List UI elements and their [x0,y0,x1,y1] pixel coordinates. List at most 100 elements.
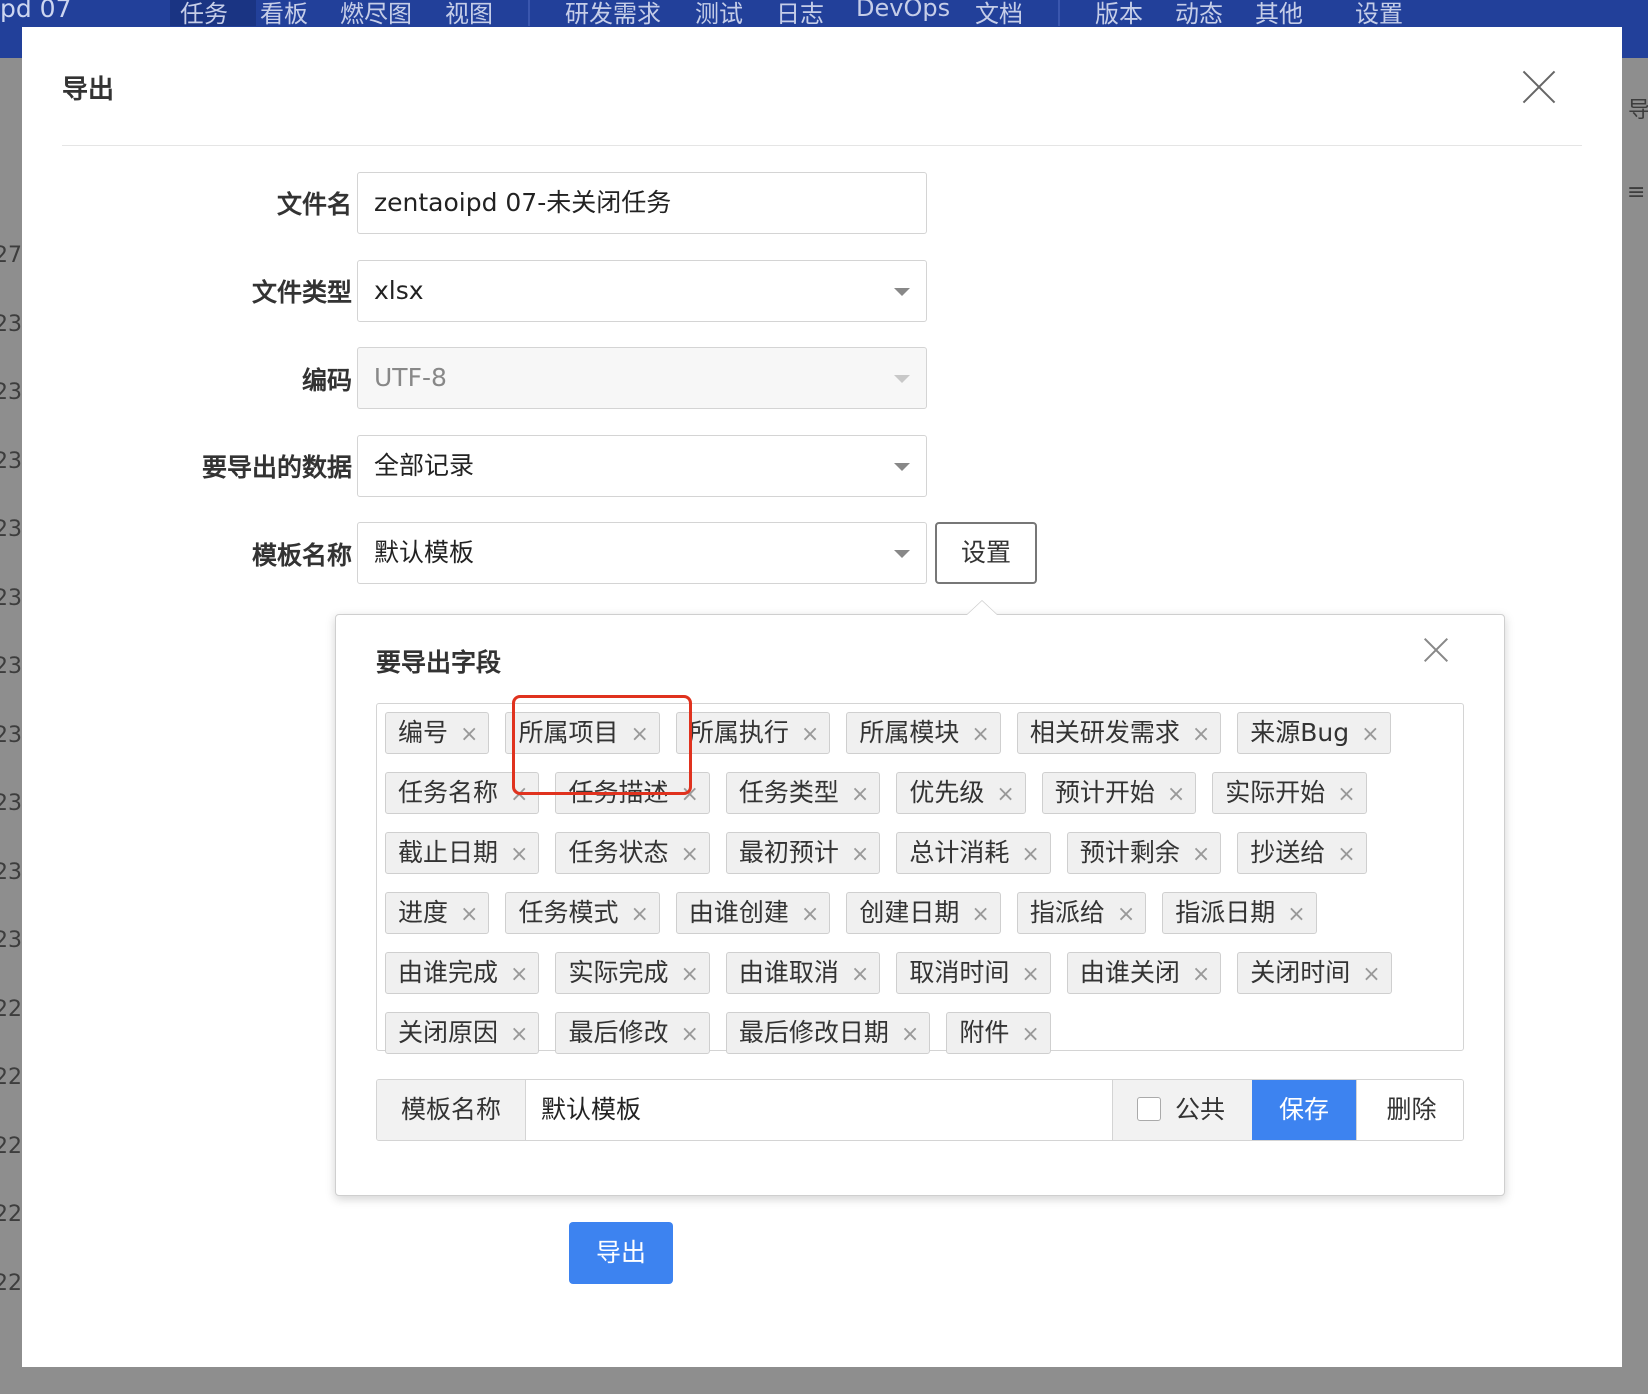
template-name-input[interactable]: 默认模板 [525,1080,1126,1140]
nav-item-tasks[interactable]: 任务 [180,0,228,29]
encoding-select: UTF-8 [357,347,927,409]
remove-field-icon[interactable]: × [801,715,819,755]
remove-field-icon[interactable]: × [680,955,698,995]
field-tag-label: 取消时间 [909,958,1010,987]
public-checkbox[interactable] [1137,1097,1161,1121]
remove-field-icon[interactable]: × [1021,835,1039,875]
remove-field-icon[interactable]: × [680,835,698,875]
remove-field-icon[interactable]: × [1021,1015,1039,1055]
dialog-divider [62,145,1582,146]
remove-field-icon[interactable]: × [510,955,528,995]
close-icon[interactable] [1421,635,1451,665]
field-tag: 指派日期 × [1162,892,1317,935]
field-tag-label: 关闭时间 [1250,958,1351,987]
chevron-down-icon [894,550,910,558]
template-settings-button[interactable]: 设置 [935,522,1037,584]
field-tag: 优先级 × [896,772,1026,815]
delete-template-button[interactable]: 删除 [1356,1080,1463,1140]
field-tag-label: 优先级 [909,778,985,807]
nav-item-log[interactable]: 日志 [776,0,824,29]
remove-field-icon[interactable]: × [1192,835,1210,875]
row-number: 27 [0,243,22,268]
file-type-select[interactable]: xlsx [357,260,927,322]
export-fields-popover: 要导出字段 编号 × 所属项目 × 所属执行 × 所属模块 × 相关研发需求 × 来源Bug × 任务名… [335,600,1505,1196]
field-tag: 创建日期 × [846,892,1001,935]
template-select[interactable]: 默认模板 [357,522,927,584]
field-tag: 最后修改日期 × [725,1012,931,1055]
field-tag-label: 实际开始 [1225,778,1326,807]
save-template-button[interactable]: 保存 [1252,1080,1356,1140]
remove-field-icon[interactable]: × [460,895,478,935]
nav-item-docs[interactable]: 文档 [975,0,1023,29]
remove-field-icon[interactable]: × [851,955,869,995]
field-tag-label: 总计消耗 [909,838,1010,867]
export-fields-title: 要导出字段 [376,648,502,677]
row-number: 23 [0,723,22,748]
field-tag-label: 任务名称 [398,778,499,807]
background-menu-icon[interactable]: ≡ [1627,180,1645,205]
field-tag: 附件 × [946,1012,1051,1055]
nav-item-burndown[interactable]: 燃尽图 [340,0,412,29]
field-tag-label: 附件 [959,1018,1010,1047]
nav-item-stories[interactable]: 研发需求 [565,0,661,29]
remove-field-icon[interactable]: × [510,835,528,875]
field-tag: 由谁取消 × [725,952,881,995]
nav-item-kanban[interactable]: 看板 [260,0,308,29]
field-tag-label: 最初预计 [738,838,839,867]
remove-field-icon[interactable]: × [801,895,819,935]
nav-item-dynamic[interactable]: 动态 [1175,0,1223,29]
remove-field-icon[interactable]: × [510,1015,528,1055]
remove-field-icon[interactable]: × [1021,955,1039,995]
remove-field-icon[interactable]: × [996,775,1014,815]
remove-field-icon[interactable]: × [1337,775,1355,815]
field-tag: 实际完成 × [555,952,710,995]
field-tag: 任务状态 × [555,832,710,875]
remove-field-icon[interactable]: × [1192,715,1210,755]
remove-field-icon[interactable]: × [1287,895,1305,935]
export-button[interactable]: 导出 [569,1222,673,1284]
field-tag: 任务模式 × [505,892,660,935]
row-number: 22 [0,1271,22,1296]
remove-field-icon[interactable]: × [1192,955,1210,995]
remove-field-icon[interactable]: × [1167,775,1185,815]
nav-item-view[interactable]: 视图 [445,0,493,29]
remove-field-icon[interactable]: × [630,895,648,935]
field-tag: 所属执行 × [675,712,831,755]
background-export-button[interactable]: 导 [1628,92,1648,124]
field-tag: 实际开始 × [1212,772,1367,815]
remove-field-icon[interactable]: × [680,1015,698,1055]
popover-arrow [966,600,998,615]
field-tag: 由谁关闭 × [1066,952,1222,995]
row-number: 22 [0,997,22,1022]
project-name[interactable]: pd 07 [0,0,72,23]
remove-field-icon[interactable]: × [851,835,869,875]
nav-item-test[interactable]: 测试 [695,0,743,29]
remove-field-icon[interactable]: × [851,775,869,815]
nav-item-settings[interactable]: 设置 [1355,0,1403,29]
nav-item-other[interactable]: 其他 [1255,0,1303,29]
remove-field-icon[interactable]: × [1362,955,1380,995]
file-name-input[interactable]: zentaoipd 07-未关闭任务 [357,172,927,234]
field-tag-label: 任务类型 [738,778,839,807]
nav-item-build[interactable]: 版本 [1095,0,1143,29]
export-data-select[interactable]: 全部记录 [357,435,927,497]
remove-field-icon[interactable]: × [971,895,989,935]
field-tag: 取消时间 × [896,952,1051,995]
field-tag-label: 由谁取消 [738,958,839,987]
remove-field-icon[interactable]: × [971,715,989,755]
field-tag: 编号 × [385,712,490,755]
nav-item-devops[interactable]: DevOps [856,0,950,22]
field-tag-label: 相关研发需求 [1029,718,1180,747]
remove-field-icon[interactable]: × [901,1015,919,1055]
template-name-addon: 模板名称 [377,1080,526,1140]
public-label: 公共 [1175,1095,1226,1124]
close-icon[interactable] [1519,67,1559,107]
row-number: 23 [0,517,22,542]
row-number: 22 [0,1065,22,1090]
row-number: 22 [0,1202,22,1227]
remove-field-icon[interactable]: × [1361,715,1379,755]
remove-field-icon[interactable]: × [460,715,478,755]
remove-field-icon[interactable]: × [1337,835,1355,875]
public-toggle[interactable]: 公共 [1112,1080,1253,1140]
remove-field-icon[interactable]: × [1117,895,1135,935]
